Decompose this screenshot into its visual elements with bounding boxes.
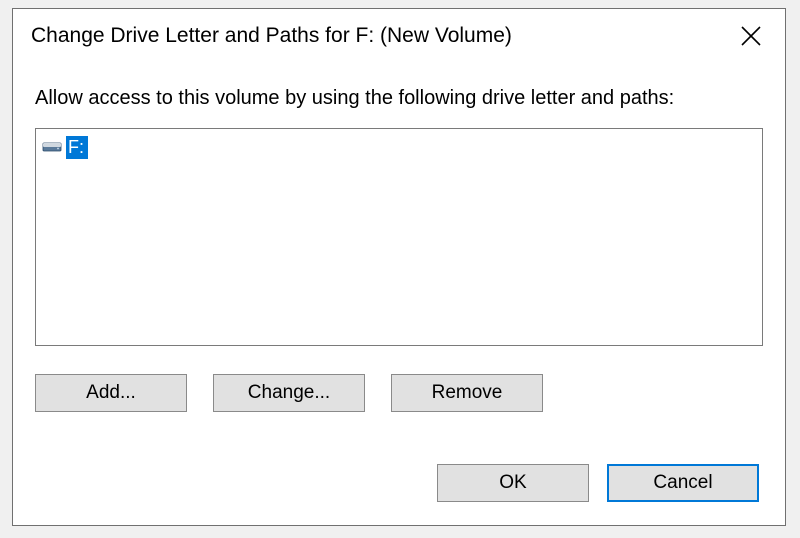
change-drive-letter-dialog: Change Drive Letter and Paths for F: (Ne… [12,8,786,526]
dialog-content: Allow access to this volume by using the… [13,63,785,520]
titlebar: Change Drive Letter and Paths for F: (Ne… [13,9,785,63]
drive-icon [42,138,62,156]
ok-button[interactable]: OK [437,464,589,502]
action-buttons-row: Add... Change... Remove [35,374,763,412]
dialog-title: Change Drive Letter and Paths for F: (Ne… [31,24,512,48]
list-item-label: F: [66,136,88,159]
close-button[interactable] [731,16,771,56]
add-button[interactable]: Add... [35,374,187,412]
confirm-buttons-row: OK Cancel [35,464,763,502]
drive-paths-listbox[interactable]: F: [35,128,763,346]
list-item[interactable]: F: [42,135,88,159]
remove-button[interactable]: Remove [391,374,543,412]
close-icon [740,25,762,47]
change-button[interactable]: Change... [213,374,365,412]
cancel-button[interactable]: Cancel [607,464,759,502]
instruction-text: Allow access to this volume by using the… [35,87,763,110]
